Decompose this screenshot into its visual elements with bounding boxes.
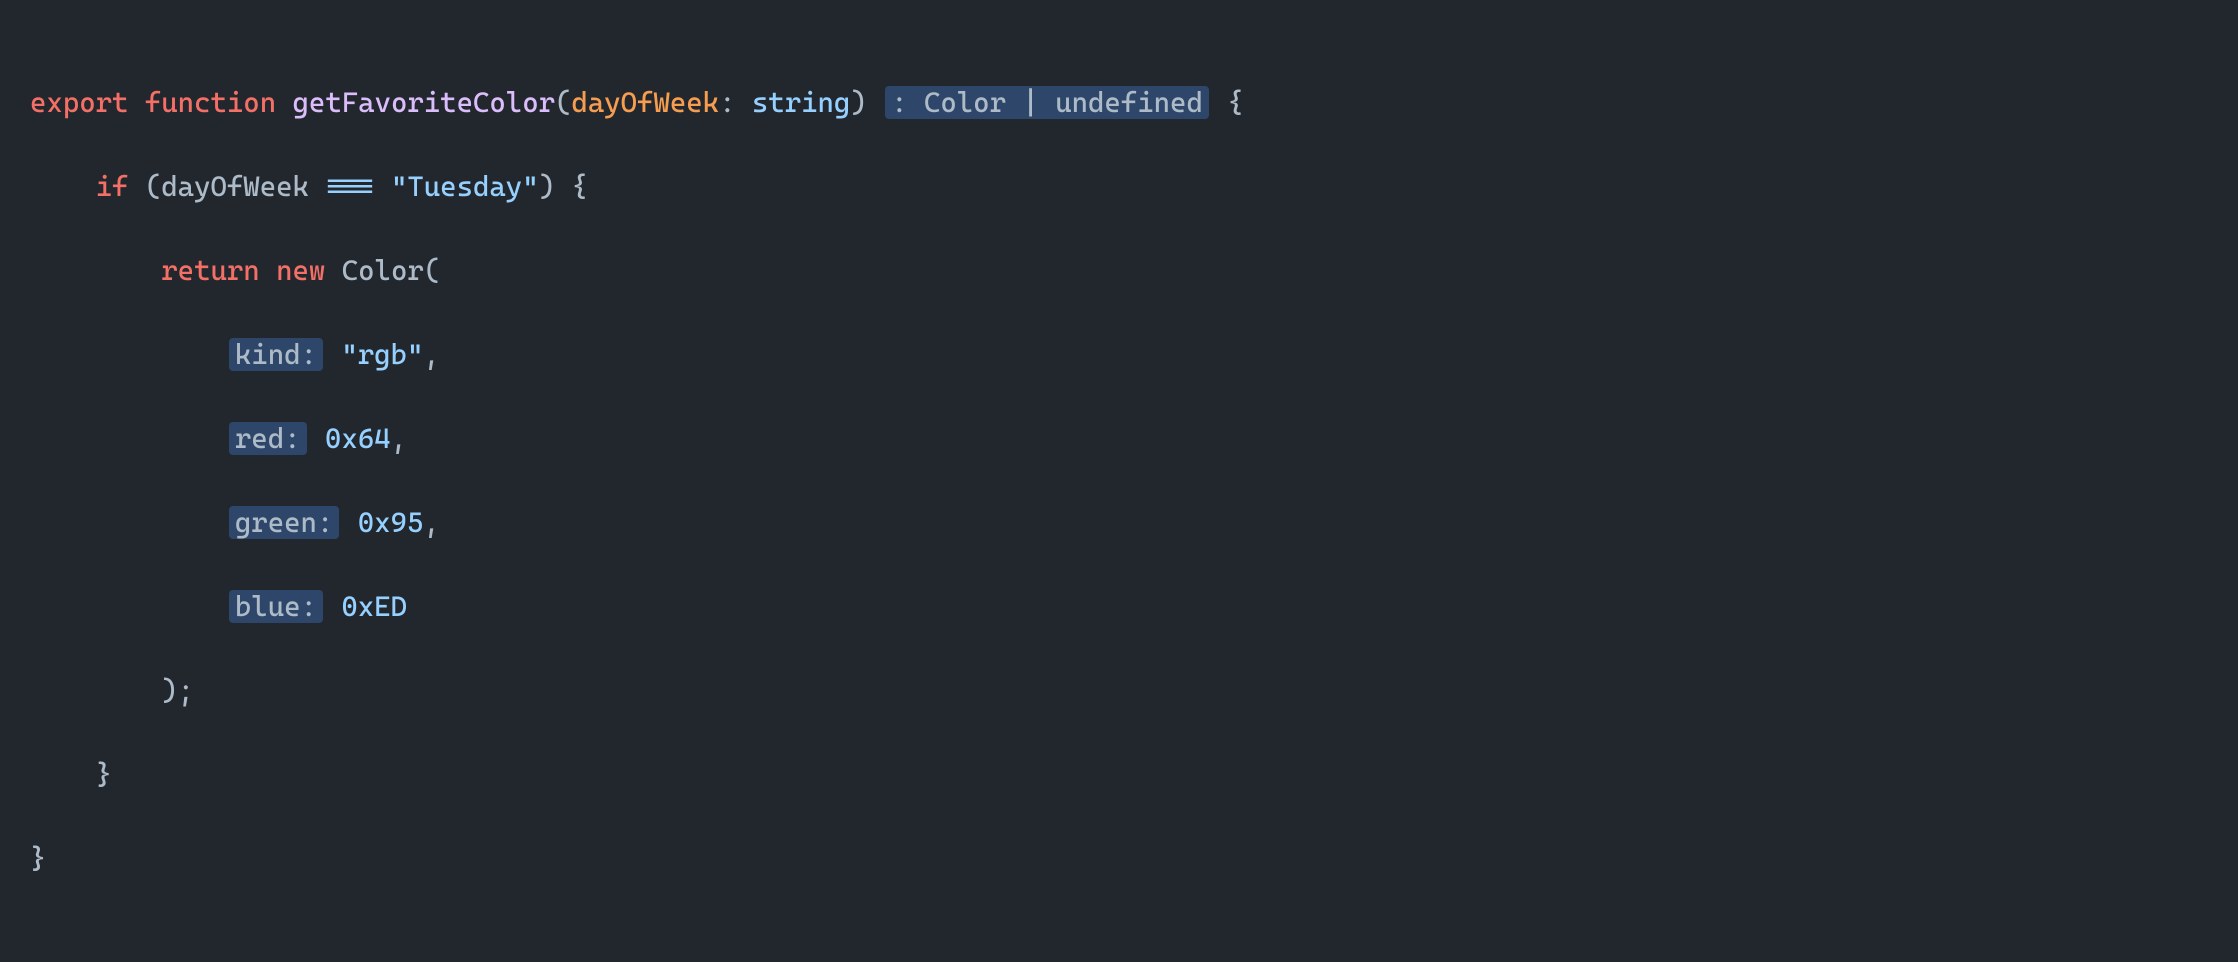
inlay-hint-param-green: green: bbox=[229, 506, 339, 539]
string-literal: "Tuesday" bbox=[391, 170, 539, 203]
keyword-export: export bbox=[30, 86, 128, 119]
code-line: green: 0x95, bbox=[30, 502, 2208, 544]
code-line: blue: 0xED bbox=[30, 586, 2208, 628]
code-line: kind: "rgb", bbox=[30, 334, 2208, 376]
colon: : bbox=[719, 86, 735, 119]
code-line: export function getFavoriteColor(dayOfWe… bbox=[30, 82, 2208, 124]
comma: , bbox=[423, 506, 439, 539]
number-literal: 0x64 bbox=[325, 422, 391, 455]
comma: , bbox=[423, 338, 439, 371]
number-literal: 0xED bbox=[341, 590, 407, 623]
parameter-name: dayOfWeek bbox=[571, 86, 719, 119]
code-line: red: 0x64, bbox=[30, 418, 2208, 460]
inlay-hint-return-type: : Color | undefined bbox=[885, 86, 1209, 119]
class-name: Color bbox=[342, 254, 424, 287]
code-line: return new Color( bbox=[30, 250, 2208, 292]
paren-close: ) bbox=[539, 170, 555, 203]
inlay-hint-param-kind: kind: bbox=[229, 338, 323, 371]
inlay-hint-param-blue: blue: bbox=[229, 590, 323, 623]
code-editor[interactable]: export function getFavoriteColor(dayOfWe… bbox=[0, 0, 2238, 962]
paren-open: ( bbox=[424, 254, 440, 287]
code-line: if (dayOfWeek === "Tuesday") { bbox=[30, 166, 2208, 208]
code-line: } bbox=[30, 754, 2208, 796]
string-literal: "rgb" bbox=[341, 338, 423, 371]
operator-eq: === bbox=[325, 170, 374, 203]
function-name: getFavoriteColor bbox=[293, 86, 556, 119]
brace-close: } bbox=[30, 842, 46, 875]
keyword-new: new bbox=[276, 254, 325, 287]
comma: , bbox=[391, 422, 407, 455]
keyword-if: if bbox=[96, 170, 129, 203]
keyword-return: return bbox=[161, 254, 259, 287]
code-line: ); bbox=[30, 670, 2208, 712]
variable-ref: dayOfWeek bbox=[161, 170, 309, 203]
paren-close: ) bbox=[161, 674, 177, 707]
inlay-hint-param-red: red: bbox=[229, 422, 307, 455]
brace-open: { bbox=[571, 170, 587, 203]
paren-close: ) bbox=[850, 86, 866, 119]
semicolon: ; bbox=[178, 674, 194, 707]
paren-open: ( bbox=[555, 86, 571, 119]
number-literal: 0x95 bbox=[358, 506, 424, 539]
code-line: } bbox=[30, 838, 2208, 880]
brace-open: { bbox=[1227, 86, 1243, 119]
paren-open: ( bbox=[145, 170, 161, 203]
brace-close: } bbox=[96, 758, 112, 791]
keyword-function: function bbox=[145, 86, 276, 119]
type-annotation: string bbox=[752, 86, 850, 119]
